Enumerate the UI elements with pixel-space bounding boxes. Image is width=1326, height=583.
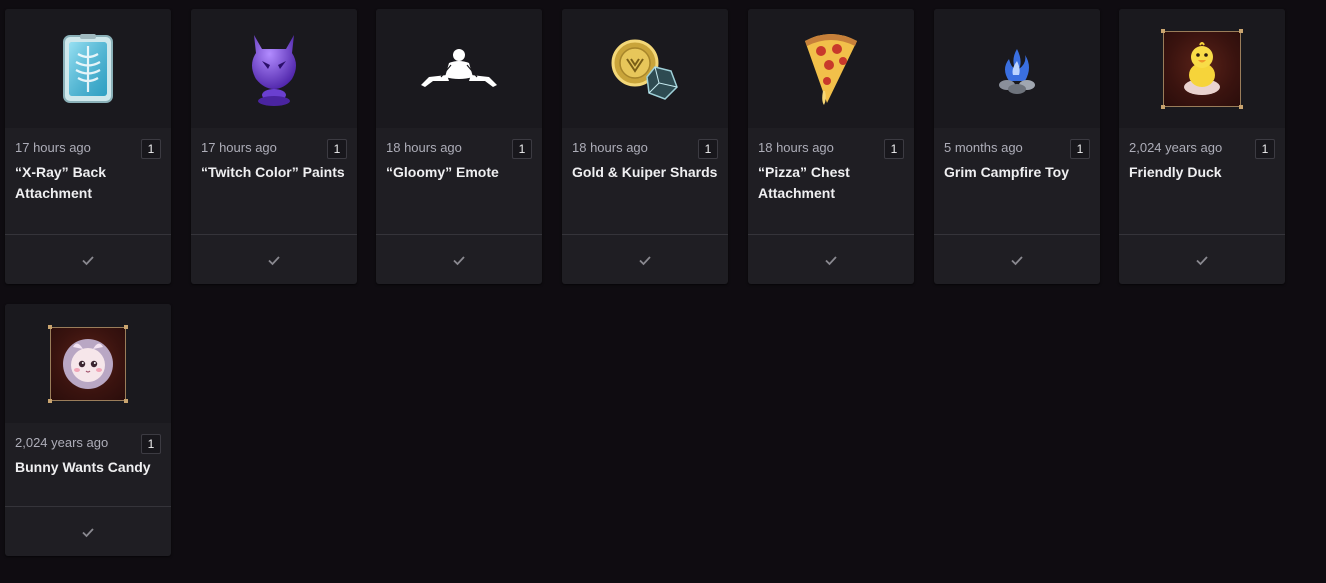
reward-card[interactable]: 18 hours ago 1 “Pizza” Chest Attachment (748, 9, 914, 284)
reward-timestamp: 2,024 years ago (1129, 140, 1223, 155)
reward-status (934, 234, 1100, 284)
reward-info: 17 hours ago 1 “X-Ray” Back Attachment (5, 128, 171, 204)
reward-thumbnail (191, 9, 357, 128)
reward-status (5, 506, 171, 556)
reward-card[interactable]: 18 hours ago 1 “Gloomy” Emote (376, 9, 542, 284)
reward-card[interactable]: 17 hours ago 1 “X-Ray” Back Attachment (5, 9, 171, 284)
reward-name: Grim Campfire Toy (944, 164, 1069, 180)
reward-thumbnail (748, 9, 914, 128)
xray-back-attachment-icon (63, 33, 113, 103)
reward-name: “Twitch Color” Paints (201, 164, 345, 180)
reward-thumbnail (934, 9, 1100, 128)
reward-info: 5 months ago 1 Grim Campfire Toy (934, 128, 1100, 183)
gold-coin-shard-icon (611, 39, 678, 100)
reward-name: Gold & Kuiper Shards (572, 164, 718, 180)
reward-card[interactable]: 18 hours ago 1 Gold & Kuiper Shards (562, 9, 728, 284)
reward-status (191, 234, 357, 284)
reward-thumbnail (5, 304, 171, 423)
reward-timestamp: 18 hours ago (758, 140, 834, 155)
reward-thumbnail (562, 9, 728, 128)
reward-status (1119, 234, 1285, 284)
duck-icon (1184, 41, 1220, 95)
reward-info: 17 hours ago 1 “Twitch Color” Paints (191, 128, 357, 183)
quantity-badge: 1 (141, 139, 161, 159)
reward-name: “Gloomy” Emote (386, 164, 499, 180)
reward-timestamp: 18 hours ago (572, 140, 648, 155)
quantity-badge: 1 (698, 139, 718, 159)
campfire-icon (999, 48, 1035, 94)
check-icon (825, 255, 837, 265)
reward-status (376, 234, 542, 284)
quantity-badge: 1 (1070, 139, 1090, 159)
reward-thumbnail (5, 9, 171, 128)
reward-card[interactable]: 2,024 years ago 1 Friendly Duck (1119, 9, 1285, 284)
reward-status (562, 234, 728, 284)
reward-card[interactable]: 5 months ago 1 Grim Campfire Toy (934, 9, 1100, 284)
reward-timestamp: 18 hours ago (386, 140, 462, 155)
reward-status (748, 234, 914, 284)
reward-frame (1161, 28, 1243, 109)
quantity-badge: 1 (512, 139, 532, 159)
check-icon (1011, 255, 1023, 265)
check-icon (1196, 255, 1208, 265)
reward-thumbnail (376, 9, 542, 128)
reward-info: 2,024 years ago 1 Friendly Duck (1119, 128, 1285, 183)
reward-name: Bunny Wants Candy (15, 459, 151, 475)
reward-timestamp: 17 hours ago (201, 140, 277, 155)
quantity-badge: 1 (1255, 139, 1275, 159)
reward-name: Friendly Duck (1129, 164, 1222, 180)
reward-info: 18 hours ago 1 Gold & Kuiper Shards (562, 128, 728, 183)
reward-timestamp: 17 hours ago (15, 140, 91, 155)
reward-frame (48, 324, 128, 403)
quantity-badge: 1 (327, 139, 347, 159)
reward-card[interactable]: 2,024 years ago 1 Bunny Wants Candy (5, 304, 171, 556)
purple-paint-helmet-icon (252, 34, 296, 106)
gloomy-emote-icon (421, 48, 497, 87)
reward-info: 18 hours ago 1 “Pizza” Chest Attachment (748, 128, 914, 204)
bunny-icon (63, 338, 113, 389)
check-icon (82, 527, 94, 537)
reward-timestamp: 2,024 years ago (15, 435, 109, 450)
reward-info: 18 hours ago 1 “Gloomy” Emote (376, 128, 542, 183)
check-icon (268, 255, 280, 265)
check-icon (82, 255, 94, 265)
reward-timestamp: 5 months ago (944, 140, 1023, 155)
reward-info: 2,024 years ago 1 Bunny Wants Candy (5, 423, 171, 478)
quantity-badge: 1 (141, 434, 161, 454)
pizza-slice-icon (805, 33, 857, 105)
quantity-badge: 1 (884, 139, 904, 159)
check-icon (453, 255, 465, 265)
reward-thumbnail (1119, 9, 1285, 128)
reward-name: “X-Ray” Back Attachment (15, 164, 107, 201)
reward-status (5, 234, 171, 284)
reward-card[interactable]: 17 hours ago 1 “Twitch Color” Paints (191, 9, 357, 284)
reward-name: “Pizza” Chest Attachment (758, 164, 850, 201)
check-icon (639, 255, 651, 265)
